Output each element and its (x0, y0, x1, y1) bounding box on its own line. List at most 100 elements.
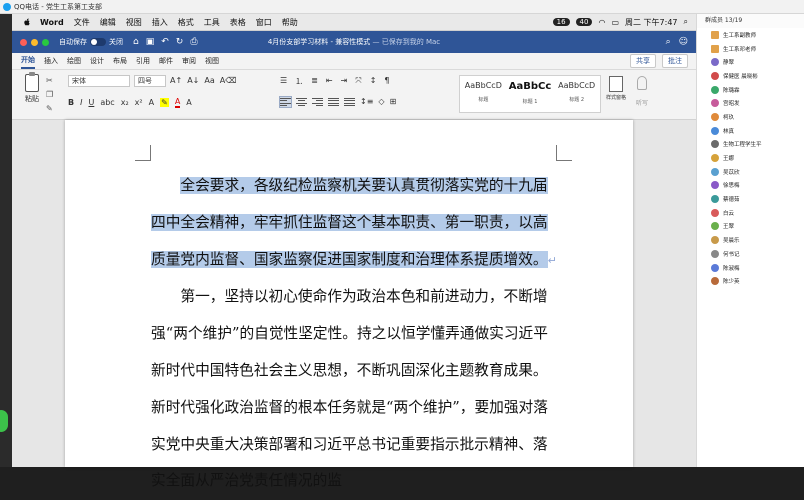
multilevel-list-icon[interactable]: ≣ (311, 76, 318, 87)
selected-text[interactable]: 全会要求，各级纪检监察机关要认真贯彻落实党的十九届四中全会精神，牢牢抓住监督这个… (151, 177, 548, 268)
menu-file[interactable]: 文件 (74, 17, 90, 28)
bullets-icon[interactable]: ☰ (280, 76, 287, 87)
member-item[interactable]: 柯玖 (697, 110, 804, 124)
font-color-icon[interactable]: A (174, 97, 181, 108)
asian-layout-icon[interactable]: ⤧ (355, 76, 361, 87)
align-right-button[interactable] (312, 97, 323, 107)
superscript-button[interactable]: x² (135, 98, 143, 107)
apple-icon[interactable] (22, 17, 32, 27)
document-page[interactable]: 全会要求，各级纪检监察机关要认真贯彻落实党的十九届四中全会精神，牢牢抓住监督这个… (65, 120, 633, 489)
tab-draw[interactable]: 绘图 (67, 54, 81, 68)
member-item[interactable]: 保健医 晨晓彬 (697, 69, 804, 83)
styles-pane-button[interactable]: 样式窗格 (605, 76, 627, 101)
underline-button[interactable]: U (88, 98, 94, 107)
share-button[interactable]: 共享 (630, 54, 656, 68)
copy-icon[interactable]: ❐ (46, 90, 53, 99)
print-icon[interactable]: ⎙ (190, 37, 197, 47)
autosave-toggle[interactable] (90, 38, 106, 46)
cut-icon[interactable]: ✂ (46, 76, 53, 85)
member-item[interactable]: 静翠 (697, 55, 804, 69)
save-icon[interactable]: ▣ (146, 37, 155, 47)
member-item[interactable]: 蔡德茹 (697, 192, 804, 206)
badge-count[interactable]: 40 (575, 18, 593, 26)
font-size-select[interactable]: 四号 (134, 75, 166, 87)
subscript-button[interactable]: x₂ (121, 98, 129, 107)
format-painter-icon[interactable]: ✎ (46, 104, 53, 113)
justify-button[interactable] (328, 97, 339, 107)
tab-mailings[interactable]: 邮件 (159, 54, 173, 68)
numbering-icon[interactable]: ⒈ (295, 76, 303, 87)
battery-icon[interactable]: ▭ (611, 18, 619, 27)
style-heading-2[interactable]: AaBbCcD 标题 2 (553, 76, 600, 112)
strikethrough-button[interactable]: abc (100, 98, 114, 107)
shrink-font-icon[interactable]: A↓ (187, 76, 199, 85)
shading-icon[interactable]: ◇ (378, 97, 384, 107)
search-icon[interactable]: ⌕ (666, 37, 671, 47)
tab-design[interactable]: 设计 (90, 54, 104, 68)
menu-tools[interactable]: 工具 (204, 17, 220, 28)
member-item[interactable]: 生工系邓老师 (697, 42, 804, 56)
change-case-icon[interactable]: Aa (204, 76, 214, 85)
menu-help[interactable]: 帮助 (282, 17, 298, 28)
badge-count[interactable]: 16 (552, 18, 570, 26)
menu-insert[interactable]: 插入 (152, 17, 168, 28)
sort-icon[interactable]: ↕ (370, 76, 377, 87)
grow-font-icon[interactable]: A↑ (170, 76, 182, 85)
member-item[interactable]: 吴晨乐 (697, 233, 804, 247)
decrease-indent-icon[interactable]: ⇤ (326, 76, 333, 87)
borders-icon[interactable]: ⊞ (390, 97, 397, 107)
tab-home[interactable]: 开始 (21, 53, 35, 69)
clear-format-icon[interactable]: A⌫ (220, 76, 237, 85)
distributed-button[interactable] (344, 97, 355, 107)
style-heading-1[interactable]: AaBbCc 标题 1 (507, 76, 554, 112)
menu-format[interactable]: 格式 (178, 17, 194, 28)
member-item[interactable]: 生物工程学生平 (697, 138, 804, 152)
member-item[interactable]: 林真 (697, 124, 804, 138)
minimize-button[interactable] (31, 38, 38, 46)
tab-layout[interactable]: 布局 (113, 54, 127, 68)
align-left-button[interactable] (279, 96, 292, 108)
tab-references[interactable]: 引用 (136, 54, 150, 68)
tab-insert[interactable]: 插入 (44, 54, 58, 68)
close-button[interactable] (20, 38, 27, 46)
paragraph[interactable]: 全会要求，各级纪检监察机关要认真贯彻落实党的十九届四中全会精神，牢牢抓住监督这个… (151, 168, 557, 279)
bold-button[interactable]: B (68, 98, 74, 107)
menu-table[interactable]: 表格 (230, 17, 246, 28)
member-item[interactable]: 何书记 (697, 247, 804, 261)
member-item[interactable]: 王娜 (697, 151, 804, 165)
search-icon[interactable]: ⌕ (684, 17, 688, 27)
member-item[interactable]: 宫昭发 (697, 96, 804, 110)
member-item[interactable]: 白云 (697, 206, 804, 220)
tab-view[interactable]: 视图 (205, 54, 219, 68)
datetime[interactable]: 周二 下午7:47 (625, 17, 678, 28)
autosave[interactable]: 自动保存 关闭 (59, 37, 123, 47)
zoom-button[interactable] (42, 38, 49, 46)
pilcrow-icon[interactable]: ¶ (384, 76, 389, 87)
increase-indent-icon[interactable]: ⇥ (341, 76, 348, 87)
wifi-icon[interactable]: ◠ (598, 18, 605, 27)
document-body[interactable]: 全会要求，各级纪检监察机关要认真贯彻落实党的十九届四中全会精神，牢牢抓住监督这个… (151, 168, 557, 500)
member-item[interactable]: 陈淑梅 (697, 261, 804, 275)
member-item[interactable]: 陈少英 (697, 274, 804, 288)
dictate-button[interactable]: 听写 (636, 76, 648, 107)
app-menu-word[interactable]: Word (40, 18, 64, 27)
text-effects-icon[interactable]: A (149, 98, 154, 107)
member-item[interactable]: 吴苡欣 (697, 165, 804, 179)
member-item[interactable]: 生工系副教师 (697, 28, 804, 42)
comments-button[interactable]: 批注 (662, 54, 688, 68)
member-item[interactable]: 陈璐霖 (697, 83, 804, 97)
menu-view[interactable]: 视图 (126, 17, 142, 28)
member-item[interactable]: 王翠 (697, 220, 804, 234)
char-shading-icon[interactable]: A (186, 98, 191, 107)
italic-button[interactable]: I (80, 98, 82, 107)
tab-review[interactable]: 审阅 (182, 54, 196, 68)
line-spacing-icon[interactable]: ↕≡ (360, 97, 373, 107)
font-name-select[interactable]: 宋体 (68, 75, 130, 87)
menu-edit[interactable]: 编辑 (100, 17, 116, 28)
floating-call-bubble[interactable] (0, 410, 8, 432)
undo-icon[interactable]: ↶ (161, 37, 169, 47)
paste-button[interactable]: 粘贴 (20, 72, 44, 104)
align-center-button[interactable] (296, 97, 307, 107)
menu-window[interactable]: 窗口 (256, 17, 272, 28)
highlight-icon[interactable]: ✎ (160, 98, 169, 107)
